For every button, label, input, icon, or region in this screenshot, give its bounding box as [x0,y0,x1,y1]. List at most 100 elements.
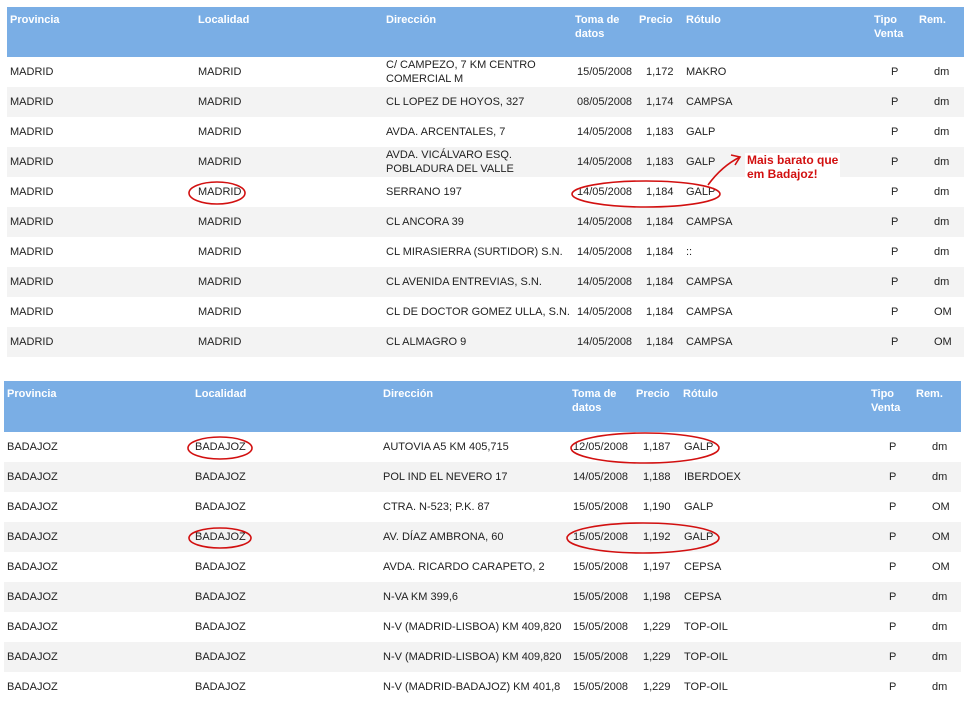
cell-rotulo: CAMPSA [686,96,733,108]
header-tipo-line2: Venta [874,28,904,40]
header-tipo-venta[interactable]: Tipo Venta [874,13,903,41]
cell-precio: 1,192 [643,531,671,543]
direccion-line1: C/ CAMPEZO, 7 KM CENTRO [386,59,536,71]
cell-direccion: SERRANO 197 [386,185,462,199]
header-rotulo[interactable]: Rótulo [686,13,721,27]
cell-precio: 1,184 [646,186,674,198]
header-toma-de-datos[interactable]: Toma de datos [572,387,616,415]
cell-rem: dm [934,276,950,288]
cell-toma-de-datos: 14/05/2008 [577,336,633,348]
cell-toma-de-datos: 15/05/2008 [573,621,629,633]
cell-rem: OM [934,306,952,318]
table-row: MADRID MADRID 14/05/2008 1,184 CAMPSA P OM CL D… [7,297,964,327]
cell-rotulo: TOP-OIL [684,681,728,693]
cell-provincia: MADRID [10,96,54,108]
cell-direccion: CL DE DOCTOR GOMEZ ULLA, S.N. [386,305,570,319]
cell-localidad: MADRID [198,66,242,78]
direccion-line1: CL ALMAGRO 9 [386,336,467,348]
cell-direccion: AVDA. RICARDO CARAPETO, 2 [383,560,545,574]
cell-toma-de-datos: 15/05/2008 [573,681,629,693]
header-toma-line1: Toma de [575,14,620,26]
annotation-line1: Mais barato que [747,153,839,167]
cell-rem: dm [932,471,948,483]
cell-direccion: POL IND EL NEVERO 17 [383,470,508,484]
cell-direccion: CL MIRASIERRA (SURTIDOR) S.N. [386,245,563,259]
header-rem[interactable]: Rem. [919,13,946,27]
cell-direccion: C/ CAMPEZO, 7 KM CENTRO COMERCIAL M [386,58,536,86]
header-direccion[interactable]: Dirección [386,13,436,27]
cell-tipo-venta: P [889,501,897,513]
cell-tipo-venta: P [889,471,897,483]
direccion-line1: CTRA. N-523; P.K. 87 [383,501,490,513]
cell-provincia: MADRID [10,306,54,318]
table-row: MADRID MADRID 14/05/2008 1,184:: Pdm CL MIRAS… [7,237,964,267]
header-precio[interactable]: Precio [636,387,670,401]
cell-rotulo: GALP [686,126,716,138]
cell-provincia: BADAJOZ [7,591,58,603]
cell-tipo-venta: P [891,126,899,138]
direccion-line1: N-V (MADRID-BADAJOZ) KM 401,8 [383,681,561,693]
cell-rotulo: IBERDOEX [684,471,741,483]
header-tipo-line2: Venta [871,402,901,414]
table-header: Provincia Localidad Dirección Toma de dat… [4,381,961,432]
direccion-line1: AUTOVIA A5 KM 405,715 [383,441,509,453]
cell-provincia: MADRID [10,66,54,78]
cell-tipo-venta: P [889,681,897,693]
header-toma-de-datos[interactable]: Toma de datos [575,13,619,41]
cell-rem: dm [934,156,950,168]
cell-toma-de-datos: 15/05/2008 [573,651,629,663]
cell-direccion: CL ANCORA 39 [386,215,464,229]
header-tipo-line1: Tipo [874,14,898,26]
cell-direccion: AVDA. ARCENTALES, 7 [386,125,505,139]
cell-localidad: BADAJOZ [195,561,246,573]
header-toma-line1: Toma de [572,388,617,400]
cell-precio: 1,187 [643,441,671,453]
cell-tipo-venta: P [889,651,897,663]
cell-localidad: BADAJOZ [195,621,246,633]
cell-rem: dm [934,66,950,78]
cell-precio: 1,197 [643,561,671,573]
direccion-line1: N-VA KM 399,6 [383,591,458,603]
cell-rotulo: MAKRO [686,66,727,78]
cell-localidad: MADRID [198,306,242,318]
cell-rem: OM [932,501,950,513]
header-provincia[interactable]: Provincia [10,13,60,27]
header-localidad[interactable]: Localidad [198,13,249,27]
cell-provincia: MADRID [10,336,54,348]
direccion-line2: COMERCIAL M [386,73,464,85]
header-precio[interactable]: Precio [639,13,673,27]
table-row: BADAJOZ BADAJOZ 15/05/2008 1,229 TOP-OIL Pdm N… [4,612,961,642]
cell-rotulo: TOP-OIL [684,621,728,633]
header-localidad[interactable]: Localidad [195,387,246,401]
direccion-line1: N-V (MADRID-LISBOA) KM 409,820 [383,621,562,633]
cell-toma-de-datos: 15/05/2008 [577,66,633,78]
header-tipo-venta[interactable]: Tipo Venta [871,387,900,415]
header-rem[interactable]: Rem. [916,387,943,401]
cell-direccion: AVDA. VICÁLVARO ESQ. POBLADURA DEL VALLE [386,148,514,176]
table-row: BADAJOZ BADAJOZ 15/05/2008 1,229 TOP-OIL Pdm N… [4,672,961,702]
cell-precio: 1,183 [646,156,674,168]
cell-provincia: BADAJOZ [7,531,58,543]
cell-precio: 1,183 [646,126,674,138]
cell-rotulo: TOP-OIL [684,651,728,663]
table-row: BADAJOZ BADAJOZ 15/05/2008 1,198 CEPSA Pdm N-V… [4,582,961,612]
cell-tipo-venta: P [891,246,899,258]
cell-rotulo: GALP [686,186,716,198]
direccion-line1: CL ANCORA 39 [386,216,464,228]
cell-provincia: BADAJOZ [7,471,58,483]
header-provincia[interactable]: Provincia [7,387,57,401]
table-row: MADRID MADRID 08/05/2008 1,174 CAMPSA Pdm CL L… [7,87,964,117]
cell-tipo-venta: P [889,591,897,603]
cell-rotulo: CAMPSA [686,336,733,348]
cell-tipo-venta: P [891,306,899,318]
cell-precio: 1,229 [643,651,671,663]
madrid-rows: MADRID MADRID 15/05/2008 1,172 MAKRO Pdm C/ CA… [7,57,964,357]
cell-localidad: BADAJOZ [195,681,246,693]
header-direccion[interactable]: Dirección [383,387,433,401]
cell-precio: 1,198 [643,591,671,603]
cell-provincia: BADAJOZ [7,441,58,453]
cell-toma-de-datos: 12/05/2008 [573,441,629,453]
header-rotulo[interactable]: Rótulo [683,387,718,401]
cell-rem: dm [932,621,948,633]
cell-toma-de-datos: 14/05/2008 [573,471,629,483]
